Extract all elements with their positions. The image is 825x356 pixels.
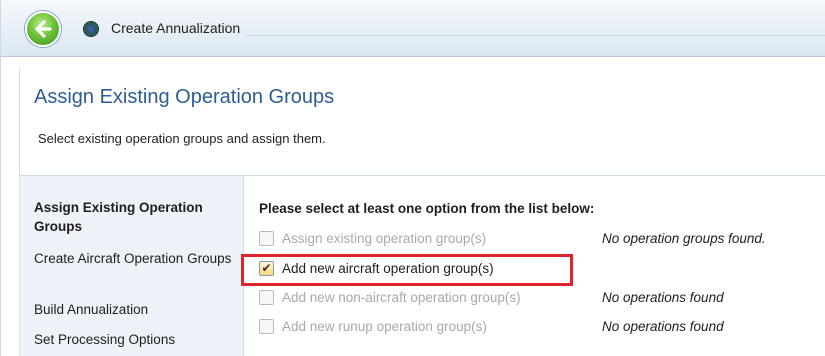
title-bar: Create Annualization: [1, 0, 825, 57]
back-button[interactable]: [25, 11, 61, 47]
window: Create Annualization Assign Existing Ope…: [0, 0, 825, 356]
option-note: No operations found: [602, 290, 724, 305]
page-title: Assign Existing Operation Groups: [34, 86, 335, 108]
window-title: Create Annualization: [111, 20, 241, 36]
option-add-runup: Add new runup operation group(s) No oper…: [259, 317, 819, 337]
highlight-annotation: [241, 254, 573, 286]
option-assign-existing: Assign existing operation group(s) No op…: [259, 229, 819, 249]
checkbox-add-runup[interactable]: [259, 319, 274, 334]
option-add-non-aircraft: Add new non-aircraft operation group(s) …: [259, 288, 819, 308]
step-set-processing-options[interactable]: Set Processing Options: [34, 330, 234, 349]
option-label: Add new non-aircraft operation group(s): [282, 290, 521, 305]
option-label: Add new runup operation group(s): [282, 319, 487, 334]
back-arrow-icon: [35, 20, 52, 38]
checkbox-add-non-aircraft[interactable]: [259, 290, 274, 305]
step-assign-existing[interactable]: Assign Existing Operation Groups: [34, 198, 234, 236]
step-build-annualization[interactable]: Build Annualization: [34, 300, 234, 319]
step-create-aircraft-groups[interactable]: Create Aircraft Operation Groups: [34, 249, 234, 268]
option-note: No operations found: [602, 319, 724, 334]
title-divider: [247, 35, 825, 36]
option-note: No operation groups found.: [602, 231, 766, 246]
page-header: Assign Existing Operation Groups Select …: [19, 68, 825, 175]
checkbox-assign-existing[interactable]: [259, 231, 274, 246]
option-label: Assign existing operation group(s): [282, 231, 487, 246]
globe-icon: [83, 21, 99, 37]
page-subtitle: Select existing operation groups and ass…: [38, 131, 326, 146]
wizard-steps-sidebar: Assign Existing Operation Groups Create …: [19, 176, 244, 356]
options-prompt: Please select at least one option from t…: [259, 201, 595, 216]
